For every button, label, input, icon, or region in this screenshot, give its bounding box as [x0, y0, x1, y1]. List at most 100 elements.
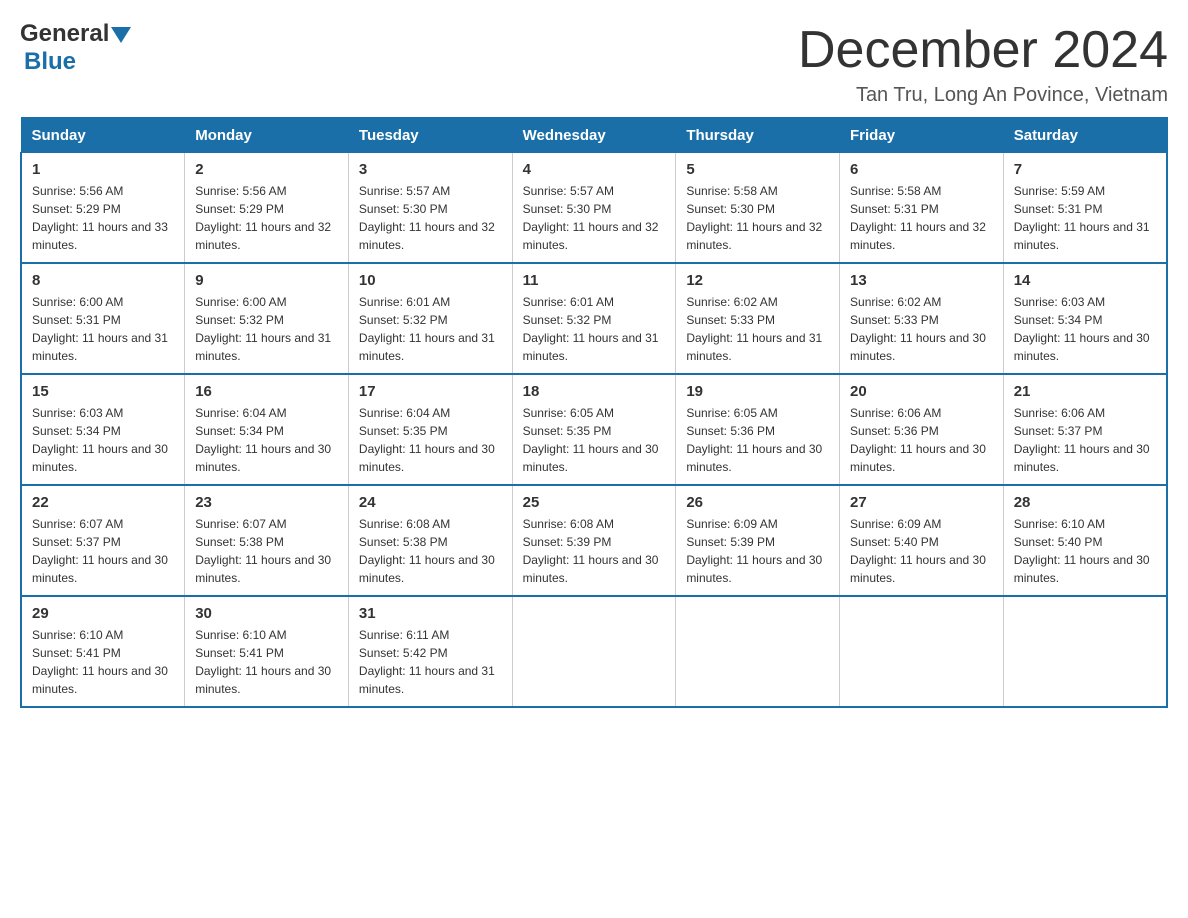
- table-row: 30 Sunrise: 6:10 AM Sunset: 5:41 PM Dayl…: [185, 596, 349, 707]
- table-row: 28 Sunrise: 6:10 AM Sunset: 5:40 PM Dayl…: [1003, 485, 1167, 596]
- table-row: 2 Sunrise: 5:56 AM Sunset: 5:29 PM Dayli…: [185, 153, 349, 264]
- day-info: Sunrise: 6:10 AM Sunset: 5:40 PM Dayligh…: [1014, 515, 1156, 587]
- day-number: 17: [359, 383, 502, 400]
- day-info: Sunrise: 6:02 AM Sunset: 5:33 PM Dayligh…: [686, 293, 829, 365]
- calendar-title: December 2024: [798, 20, 1168, 80]
- day-number: 10: [359, 272, 502, 289]
- day-info: Sunrise: 6:06 AM Sunset: 5:37 PM Dayligh…: [1014, 404, 1156, 476]
- table-row: 8 Sunrise: 6:00 AM Sunset: 5:31 PM Dayli…: [21, 263, 185, 374]
- header-tuesday: Tuesday: [348, 118, 512, 153]
- week-row-2: 8 Sunrise: 6:00 AM Sunset: 5:31 PM Dayli…: [21, 263, 1167, 374]
- week-row-1: 1 Sunrise: 5:56 AM Sunset: 5:29 PM Dayli…: [21, 153, 1167, 264]
- day-number: 1: [32, 161, 174, 178]
- day-number: 31: [359, 605, 502, 622]
- day-info: Sunrise: 6:06 AM Sunset: 5:36 PM Dayligh…: [850, 404, 993, 476]
- day-number: 20: [850, 383, 993, 400]
- day-number: 25: [523, 494, 666, 511]
- day-info: Sunrise: 6:10 AM Sunset: 5:41 PM Dayligh…: [195, 626, 338, 698]
- day-info: Sunrise: 5:58 AM Sunset: 5:31 PM Dayligh…: [850, 182, 993, 254]
- logo: General Blue: [20, 20, 135, 76]
- table-row: 16 Sunrise: 6:04 AM Sunset: 5:34 PM Dayl…: [185, 374, 349, 485]
- week-row-5: 29 Sunrise: 6:10 AM Sunset: 5:41 PM Dayl…: [21, 596, 1167, 707]
- logo-blue-text: Blue: [24, 48, 76, 76]
- day-number: 3: [359, 161, 502, 178]
- day-info: Sunrise: 5:58 AM Sunset: 5:30 PM Dayligh…: [686, 182, 829, 254]
- day-info: Sunrise: 6:07 AM Sunset: 5:37 PM Dayligh…: [32, 515, 174, 587]
- day-number: 8: [32, 272, 174, 289]
- table-row: [840, 596, 1004, 707]
- table-row: 20 Sunrise: 6:06 AM Sunset: 5:36 PM Dayl…: [840, 374, 1004, 485]
- day-number: 5: [686, 161, 829, 178]
- table-row: 12 Sunrise: 6:02 AM Sunset: 5:33 PM Dayl…: [676, 263, 840, 374]
- day-number: 19: [686, 383, 829, 400]
- table-row: 26 Sunrise: 6:09 AM Sunset: 5:39 PM Dayl…: [676, 485, 840, 596]
- table-row: 4 Sunrise: 5:57 AM Sunset: 5:30 PM Dayli…: [512, 153, 676, 264]
- calendar-subtitle: Tan Tru, Long An Povince, Vietnam: [798, 84, 1168, 107]
- day-number: 12: [686, 272, 829, 289]
- day-info: Sunrise: 5:56 AM Sunset: 5:29 PM Dayligh…: [32, 182, 174, 254]
- day-info: Sunrise: 6:01 AM Sunset: 5:32 PM Dayligh…: [523, 293, 666, 365]
- day-number: 27: [850, 494, 993, 511]
- table-row: 9 Sunrise: 6:00 AM Sunset: 5:32 PM Dayli…: [185, 263, 349, 374]
- table-row: [512, 596, 676, 707]
- day-number: 13: [850, 272, 993, 289]
- day-number: 30: [195, 605, 338, 622]
- table-row: 14 Sunrise: 6:03 AM Sunset: 5:34 PM Dayl…: [1003, 263, 1167, 374]
- day-number: 7: [1014, 161, 1156, 178]
- table-row: 17 Sunrise: 6:04 AM Sunset: 5:35 PM Dayl…: [348, 374, 512, 485]
- day-number: 21: [1014, 383, 1156, 400]
- table-row: 3 Sunrise: 5:57 AM Sunset: 5:30 PM Dayli…: [348, 153, 512, 264]
- day-info: Sunrise: 6:08 AM Sunset: 5:39 PM Dayligh…: [523, 515, 666, 587]
- day-info: Sunrise: 6:01 AM Sunset: 5:32 PM Dayligh…: [359, 293, 502, 365]
- header-saturday: Saturday: [1003, 118, 1167, 153]
- table-row: [1003, 596, 1167, 707]
- day-number: 29: [32, 605, 174, 622]
- header-thursday: Thursday: [676, 118, 840, 153]
- table-row: 15 Sunrise: 6:03 AM Sunset: 5:34 PM Dayl…: [21, 374, 185, 485]
- table-row: 7 Sunrise: 5:59 AM Sunset: 5:31 PM Dayli…: [1003, 153, 1167, 264]
- day-number: 2: [195, 161, 338, 178]
- week-row-4: 22 Sunrise: 6:07 AM Sunset: 5:37 PM Dayl…: [21, 485, 1167, 596]
- day-info: Sunrise: 6:11 AM Sunset: 5:42 PM Dayligh…: [359, 626, 502, 698]
- table-row: 22 Sunrise: 6:07 AM Sunset: 5:37 PM Dayl…: [21, 485, 185, 596]
- table-row: 19 Sunrise: 6:05 AM Sunset: 5:36 PM Dayl…: [676, 374, 840, 485]
- calendar-table: Sunday Monday Tuesday Wednesday Thursday…: [20, 117, 1168, 708]
- week-row-3: 15 Sunrise: 6:03 AM Sunset: 5:34 PM Dayl…: [21, 374, 1167, 485]
- day-number: 28: [1014, 494, 1156, 511]
- day-info: Sunrise: 5:56 AM Sunset: 5:29 PM Dayligh…: [195, 182, 338, 254]
- day-info: Sunrise: 5:57 AM Sunset: 5:30 PM Dayligh…: [523, 182, 666, 254]
- day-number: 11: [523, 272, 666, 289]
- day-info: Sunrise: 5:57 AM Sunset: 5:30 PM Dayligh…: [359, 182, 502, 254]
- table-row: 6 Sunrise: 5:58 AM Sunset: 5:31 PM Dayli…: [840, 153, 1004, 264]
- table-row: 13 Sunrise: 6:02 AM Sunset: 5:33 PM Dayl…: [840, 263, 1004, 374]
- table-row: 11 Sunrise: 6:01 AM Sunset: 5:32 PM Dayl…: [512, 263, 676, 374]
- table-row: 24 Sunrise: 6:08 AM Sunset: 5:38 PM Dayl…: [348, 485, 512, 596]
- table-row: 23 Sunrise: 6:07 AM Sunset: 5:38 PM Dayl…: [185, 485, 349, 596]
- day-header-row: Sunday Monday Tuesday Wednesday Thursday…: [21, 118, 1167, 153]
- day-info: Sunrise: 6:10 AM Sunset: 5:41 PM Dayligh…: [32, 626, 174, 698]
- day-info: Sunrise: 6:09 AM Sunset: 5:39 PM Dayligh…: [686, 515, 829, 587]
- table-row: [676, 596, 840, 707]
- day-number: 23: [195, 494, 338, 511]
- day-info: Sunrise: 6:09 AM Sunset: 5:40 PM Dayligh…: [850, 515, 993, 587]
- day-number: 4: [523, 161, 666, 178]
- table-row: 25 Sunrise: 6:08 AM Sunset: 5:39 PM Dayl…: [512, 485, 676, 596]
- day-number: 22: [32, 494, 174, 511]
- day-number: 26: [686, 494, 829, 511]
- day-info: Sunrise: 6:05 AM Sunset: 5:36 PM Dayligh…: [686, 404, 829, 476]
- day-number: 18: [523, 383, 666, 400]
- day-info: Sunrise: 6:04 AM Sunset: 5:35 PM Dayligh…: [359, 404, 502, 476]
- table-row: 18 Sunrise: 6:05 AM Sunset: 5:35 PM Dayl…: [512, 374, 676, 485]
- day-info: Sunrise: 6:07 AM Sunset: 5:38 PM Dayligh…: [195, 515, 338, 587]
- logo-triangle-icon: [111, 23, 135, 47]
- title-block: December 2024 Tan Tru, Long An Povince, …: [798, 20, 1168, 107]
- table-row: 1 Sunrise: 5:56 AM Sunset: 5:29 PM Dayli…: [21, 153, 185, 264]
- header-sunday: Sunday: [21, 118, 185, 153]
- day-info: Sunrise: 6:00 AM Sunset: 5:32 PM Dayligh…: [195, 293, 338, 365]
- day-info: Sunrise: 6:03 AM Sunset: 5:34 PM Dayligh…: [1014, 293, 1156, 365]
- day-info: Sunrise: 6:08 AM Sunset: 5:38 PM Dayligh…: [359, 515, 502, 587]
- table-row: 27 Sunrise: 6:09 AM Sunset: 5:40 PM Dayl…: [840, 485, 1004, 596]
- day-info: Sunrise: 6:00 AM Sunset: 5:31 PM Dayligh…: [32, 293, 174, 365]
- day-number: 9: [195, 272, 338, 289]
- page-header: General Blue December 2024 Tan Tru, Long…: [20, 20, 1168, 107]
